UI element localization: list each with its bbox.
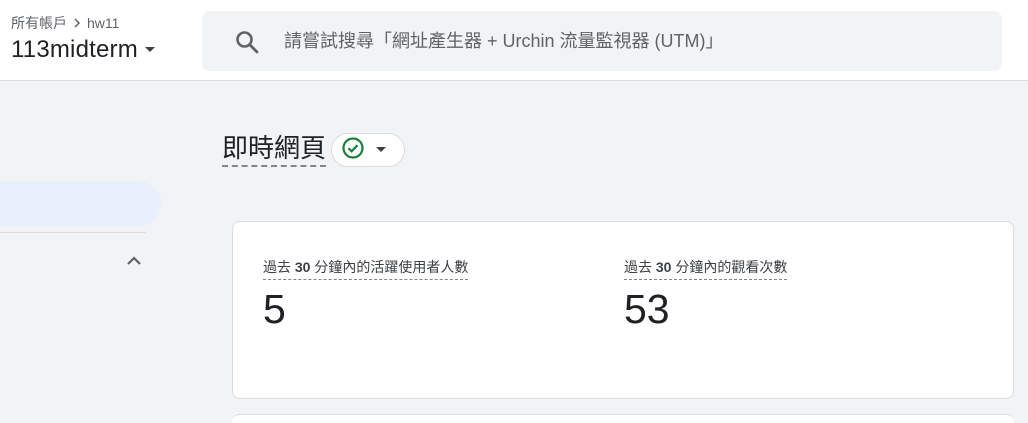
- chevron-up-icon: [124, 256, 144, 275]
- dropdown-caret-icon: [375, 146, 387, 154]
- sidebar-divider: [0, 232, 146, 233]
- breadcrumb-account[interactable]: hw11: [87, 15, 119, 31]
- metric-value: 5: [263, 286, 286, 332]
- property-picker[interactable]: 113midterm: [11, 36, 156, 64]
- breadcrumb: 所有帳戶 hw11: [11, 13, 119, 33]
- dropdown-caret-icon: [144, 46, 156, 54]
- page-title[interactable]: 即時網頁: [222, 133, 327, 167]
- search-input[interactable]: [284, 11, 974, 71]
- page-header: 即時網頁: [222, 133, 406, 167]
- property-name: 113midterm: [11, 36, 138, 63]
- chevron-right-icon: [71, 17, 83, 29]
- realtime-metrics-card: 過去 30 分鐘內的活躍使用者人數 5 過去 30 分鐘內的觀看次數 53: [232, 221, 1014, 399]
- metric-label[interactable]: 過去 30 分鐘內的活躍使用者人數: [263, 257, 469, 280]
- search-bar[interactable]: [202, 11, 1002, 71]
- views-metric: 過去 30 分鐘內的觀看次數 53: [624, 257, 788, 332]
- sidebar-item-active[interactable]: [0, 181, 161, 226]
- next-card-edge: [232, 414, 1014, 423]
- top-app-bar: 所有帳戶 hw11 113midterm: [0, 0, 1028, 81]
- search-icon: [234, 29, 260, 60]
- check-circle-icon: [341, 136, 365, 165]
- status-dropdown[interactable]: [331, 133, 406, 167]
- collapse-section-button[interactable]: [124, 251, 144, 276]
- active-users-metric: 過去 30 分鐘內的活躍使用者人數 5: [263, 257, 469, 332]
- metric-value: 53: [624, 286, 670, 332]
- metric-label[interactable]: 過去 30 分鐘內的觀看次數: [624, 257, 788, 280]
- breadcrumb-root[interactable]: 所有帳戶: [11, 13, 67, 33]
